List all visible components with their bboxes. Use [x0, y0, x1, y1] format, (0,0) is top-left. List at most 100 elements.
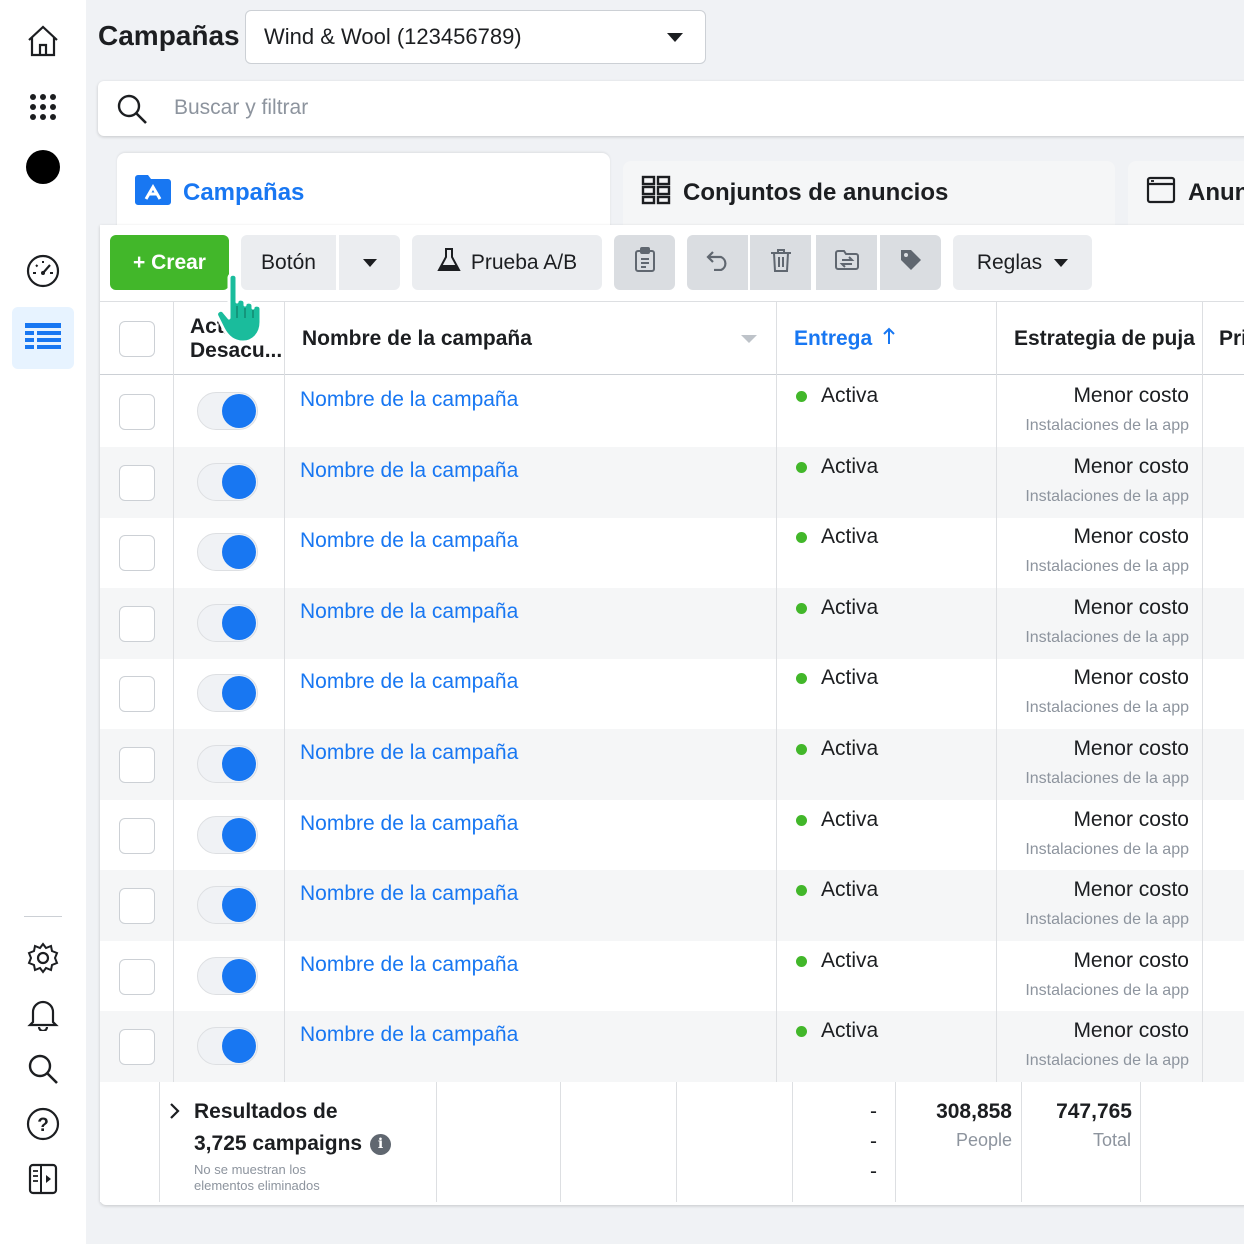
campaign-name-link[interactable]: Nombre de la campaña [300, 812, 518, 836]
tab-campaigns[interactable]: Campañas [117, 153, 610, 233]
row-active-toggle[interactable] [197, 392, 258, 430]
results-title-line1: Resultados de [194, 1100, 338, 1123]
folder-icon [135, 174, 171, 212]
table-row[interactable]: Nombre de la campaña Activa Menor costo I… [100, 941, 1244, 1012]
delivery-status: Activa [796, 878, 878, 902]
campaign-name-link[interactable]: Nombre de la campaña [300, 741, 518, 765]
account-avatar[interactable] [12, 136, 74, 198]
row-active-toggle[interactable] [197, 957, 258, 995]
search-icon[interactable] [12, 1038, 74, 1100]
campaign-name-link[interactable]: Nombre de la campaña [300, 388, 518, 412]
row-checkbox[interactable] [119, 818, 155, 854]
flask-icon [437, 247, 461, 279]
chevron-down-icon [667, 33, 683, 42]
column-divider [173, 301, 174, 1082]
delivery-status: Activa [796, 525, 878, 549]
undo-button[interactable] [687, 235, 748, 290]
clipboard-icon [634, 246, 656, 279]
row-checkbox[interactable] [119, 606, 155, 642]
rail-divider [24, 916, 62, 917]
campaign-name-link[interactable]: Nombre de la campaña [300, 670, 518, 694]
row-checkbox[interactable] [119, 535, 155, 571]
bid-strategy-sub: Instalaciones de la app [1025, 629, 1189, 646]
row-checkbox[interactable] [119, 676, 155, 712]
tag-icon [899, 248, 923, 278]
bid-strategy: Menor costo [1073, 525, 1189, 548]
row-active-toggle[interactable] [197, 745, 258, 783]
table-row[interactable]: Nombre de la campaña Activa Menor costo I… [100, 870, 1244, 941]
row-checkbox[interactable] [119, 959, 155, 995]
sort-caret-icon[interactable] [741, 335, 757, 343]
table-row[interactable]: Nombre de la campaña Activa Menor costo I… [100, 729, 1244, 800]
notifications-bell-icon[interactable] [12, 983, 74, 1045]
bid-strategy-cell: Menor costo Instalaciones de la app [1025, 525, 1189, 576]
account-selector[interactable]: Wind & Wool (123456789) [245, 10, 706, 64]
info-icon[interactable]: i [370, 1133, 392, 1155]
table-row[interactable]: Nombre de la campaña Activa Menor costo I… [100, 376, 1244, 447]
delete-button[interactable] [750, 235, 811, 290]
table-row[interactable]: Nombre de la campaña Activa Menor costo I… [100, 1011, 1244, 1082]
delivery-label: Activa [821, 737, 879, 760]
select-all-checkbox[interactable] [119, 321, 155, 357]
row-checkbox[interactable] [119, 394, 155, 430]
row-checkbox[interactable] [119, 747, 155, 783]
campaign-name-link[interactable]: Nombre de la campaña [300, 1023, 518, 1047]
tab-ad-sets[interactable]: Conjuntos de anuncios [623, 161, 1115, 225]
settings-gear-icon[interactable] [12, 927, 74, 989]
grid-icon [641, 175, 671, 212]
column-next[interactable]: Pri [1219, 302, 1244, 375]
tag-button[interactable] [880, 235, 941, 290]
column-bid-strategy[interactable]: Estrategia de puja [1014, 302, 1195, 375]
delivery-status: Activa [796, 384, 878, 408]
row-active-toggle[interactable] [197, 674, 258, 712]
bid-strategy-cell: Menor costo Instalaciones de la app [1025, 384, 1189, 435]
rules-button[interactable]: Reglas [953, 235, 1092, 290]
campaign-name-link[interactable]: Nombre de la campaña [300, 953, 518, 977]
tab-ads[interactable]: Anun [1128, 161, 1244, 225]
ab-test-button[interactable]: Prueba A/B [412, 235, 602, 290]
apps-grid-icon[interactable] [12, 76, 74, 138]
column-campaign-name[interactable]: Nombre de la campaña [302, 302, 762, 375]
delivery-status: Activa [796, 1019, 878, 1043]
home-icon[interactable] [12, 10, 74, 72]
row-active-toggle[interactable] [197, 533, 258, 571]
search-input[interactable] [174, 91, 874, 125]
row-active-toggle[interactable] [197, 1027, 258, 1065]
table-row[interactable]: Nombre de la campaña Activa Menor costo I… [100, 447, 1244, 518]
delivery-label: Activa [821, 455, 879, 478]
dashboard-gauge-icon[interactable] [12, 240, 74, 302]
chevron-right-icon[interactable] [168, 1102, 180, 1125]
folder-swap-icon [834, 249, 860, 277]
tab-label: Campañas [183, 179, 305, 206]
table-row[interactable]: Nombre de la campaña Activa Menor costo I… [100, 658, 1244, 729]
status-dot [796, 390, 807, 402]
sidebar-toggle-icon[interactable] [12, 1148, 74, 1210]
delivery-status: Activa [796, 808, 878, 832]
move-folder-button[interactable] [816, 235, 877, 290]
table-row[interactable]: Nombre de la campaña Activa Menor costo I… [100, 800, 1244, 871]
status-dot [796, 884, 807, 896]
table-row[interactable]: Nombre de la campaña Activa Menor costo I… [100, 517, 1244, 588]
row-active-toggle[interactable] [197, 463, 258, 501]
custom-button-dropdown[interactable] [339, 235, 400, 290]
ads-manager-table-icon[interactable] [12, 307, 74, 369]
row-active-toggle[interactable] [197, 886, 258, 924]
campaign-name-link[interactable]: Nombre de la campaña [300, 459, 518, 483]
create-button[interactable]: + Crear [110, 235, 229, 290]
column-delivery[interactable]: Entrega [794, 302, 896, 375]
row-checkbox[interactable] [119, 465, 155, 501]
status-dot [796, 531, 807, 543]
row-checkbox[interactable] [119, 1029, 155, 1065]
column-divider [1202, 301, 1203, 1082]
campaign-name-link[interactable]: Nombre de la campaña [300, 600, 518, 624]
bid-strategy-cell: Menor costo Instalaciones de la app [1025, 878, 1189, 929]
table-row[interactable]: Nombre de la campaña Activa Menor costo I… [100, 588, 1244, 659]
row-active-toggle[interactable] [197, 604, 258, 642]
row-checkbox[interactable] [119, 888, 155, 924]
campaign-name-link[interactable]: Nombre de la campaña [300, 529, 518, 553]
campaign-name-link[interactable]: Nombre de la campaña [300, 882, 518, 906]
bid-strategy-cell: Menor costo Instalaciones de la app [1025, 808, 1189, 859]
row-active-toggle[interactable] [197, 816, 258, 854]
duplicate-clipboard-button[interactable] [614, 235, 675, 290]
help-icon[interactable]: ? [12, 1093, 74, 1155]
